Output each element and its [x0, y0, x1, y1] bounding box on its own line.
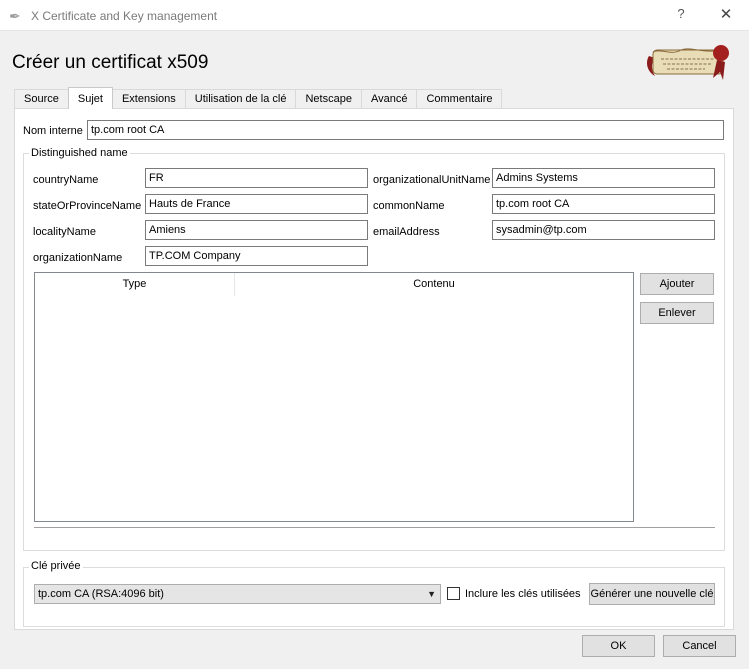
organization-input[interactable]: TP.COM Company — [145, 246, 368, 266]
table-scrollbar-line — [34, 527, 715, 528]
include-used-keys-label: Inclure les clés utilisées — [465, 588, 581, 600]
tab-advanced[interactable]: Avancé — [360, 89, 418, 109]
email-label: emailAddress — [373, 226, 440, 238]
column-header-content[interactable]: Contenu — [235, 273, 633, 296]
org-unit-input[interactable]: Admins Systems — [492, 168, 715, 188]
remove-button[interactable]: Enlever — [640, 302, 714, 324]
tab-sujet[interactable]: Sujet — [67, 87, 113, 109]
include-used-keys-checkbox[interactable] — [447, 587, 460, 600]
page-title: Créer un certificat x509 — [12, 52, 209, 73]
dropdown-arrow-icon: ▼ — [427, 589, 436, 599]
private-key-selected-value: tp.com CA (RSA:4096 bit) — [38, 588, 164, 600]
subject-tab-panel: Nom interne tp.com root CA Distinguished… — [14, 108, 734, 630]
app-pen-icon: ✒ — [9, 8, 21, 24]
generate-new-key-button[interactable]: Générer une nouvelle clé — [589, 583, 715, 605]
internal-name-input[interactable]: tp.com root CA — [87, 120, 724, 140]
private-key-title: Clé privée — [29, 560, 83, 572]
state-input[interactable]: Hauts de France — [145, 194, 368, 214]
tab-source[interactable]: Source — [14, 89, 69, 109]
distinguished-name-title: Distinguished name — [29, 147, 130, 159]
tab-extensions[interactable]: Extensions — [111, 89, 186, 109]
certificate-scroll-logo-icon — [641, 42, 734, 84]
locality-input[interactable]: Amiens — [145, 220, 368, 240]
internal-name-label: Nom interne — [23, 125, 83, 137]
country-input[interactable]: FR — [145, 168, 368, 188]
help-button[interactable]: ? — [672, 6, 690, 24]
ok-button[interactable]: OK — [582, 635, 655, 657]
column-header-type[interactable]: Type — [35, 273, 235, 296]
locality-label: localityName — [33, 226, 96, 238]
country-label: countryName — [33, 174, 99, 186]
state-label: stateOrProvinceName — [33, 200, 142, 212]
close-button[interactable]: ✕ — [716, 5, 736, 25]
private-key-select[interactable]: tp.com CA (RSA:4096 bit) ▼ — [34, 584, 441, 604]
add-button[interactable]: Ajouter — [640, 273, 714, 295]
cancel-button[interactable]: Cancel — [663, 635, 736, 657]
window-title: X Certificate and Key management — [31, 9, 218, 23]
title-bar: ✒ X Certificate and Key management ? ✕ — [0, 0, 749, 31]
common-name-input[interactable]: tp.com root CA — [492, 194, 715, 214]
common-name-label: commonName — [373, 200, 445, 212]
tab-netscape[interactable]: Netscape — [295, 89, 362, 109]
organization-label: organizationName — [33, 252, 123, 264]
dn-entries-table[interactable]: Type Contenu — [34, 272, 634, 522]
org-unit-label: organizationalUnitName — [373, 174, 491, 186]
tab-key-usage[interactable]: Utilisation de la clé — [184, 89, 297, 109]
email-input[interactable]: sysadmin@tp.com — [492, 220, 715, 240]
tab-bar: Source Sujet Extensions Utilisation de l… — [14, 87, 503, 109]
tab-comment[interactable]: Commentaire — [416, 89, 503, 109]
